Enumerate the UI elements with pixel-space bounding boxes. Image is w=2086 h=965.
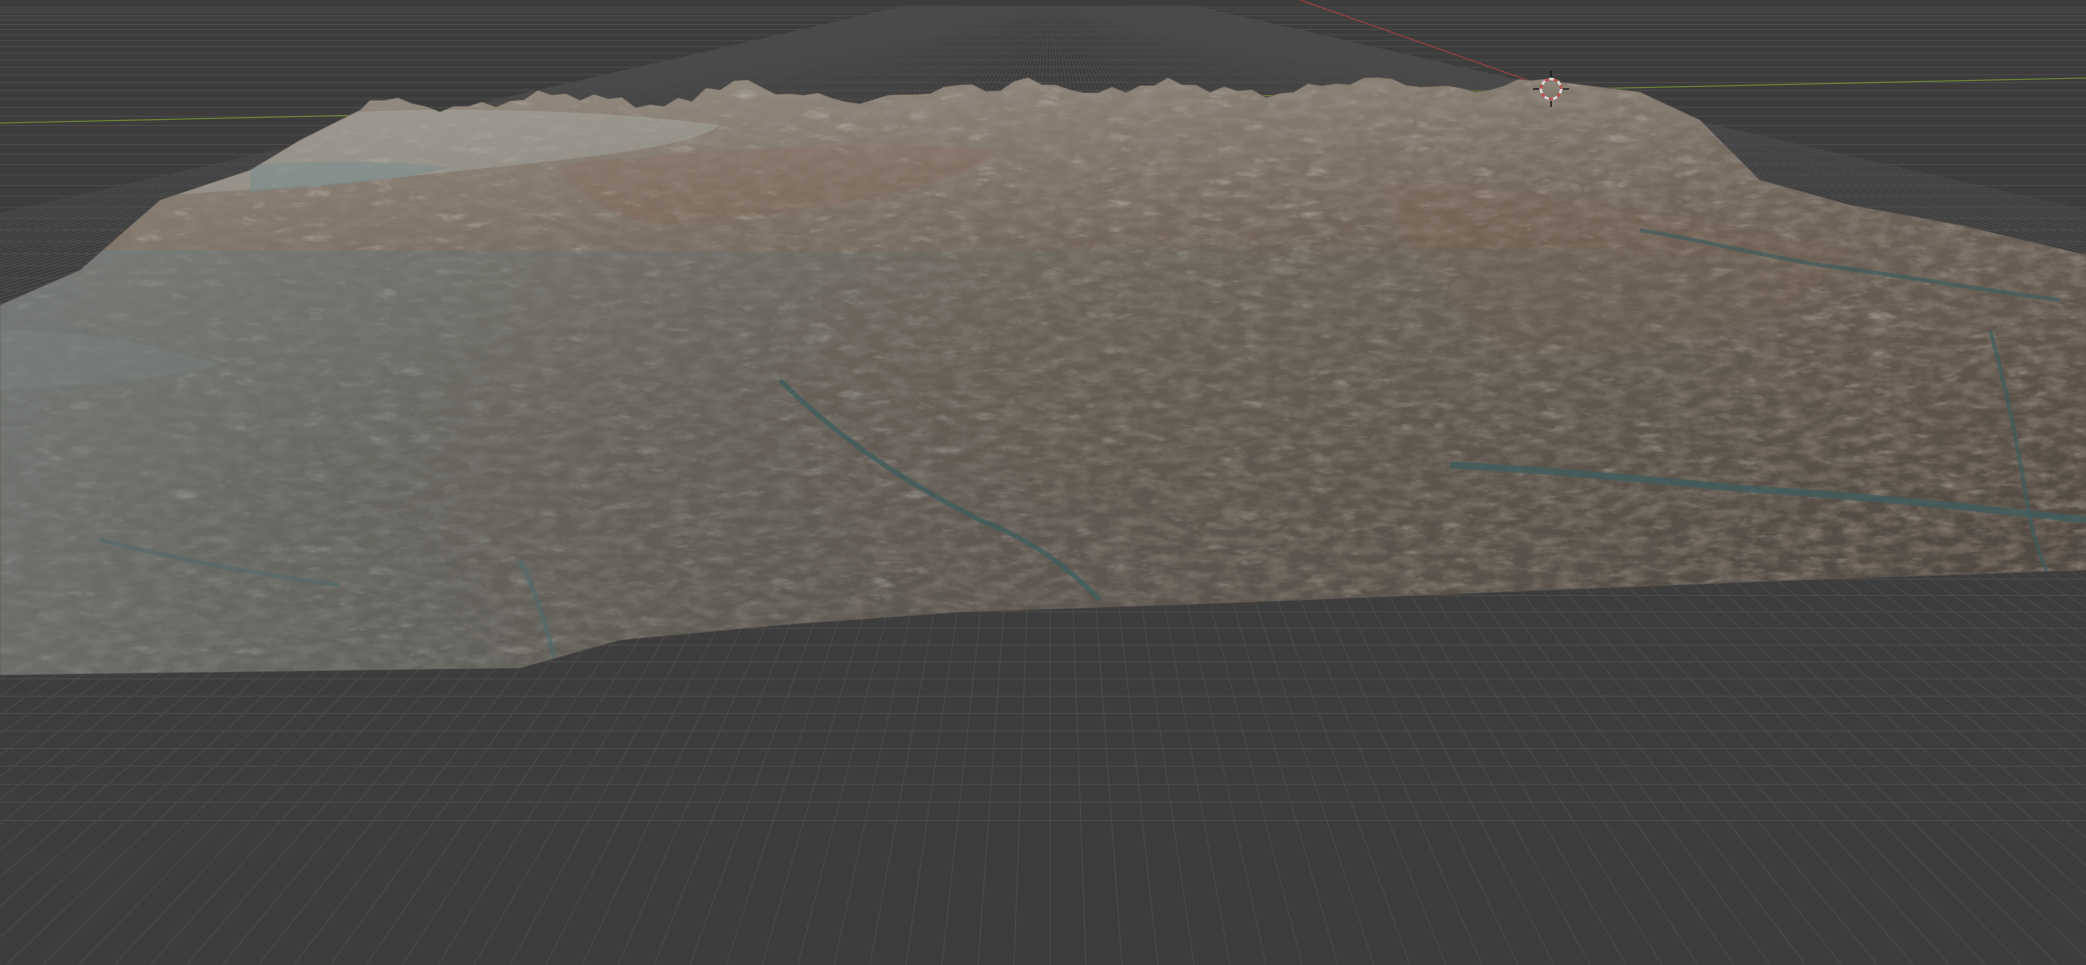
3d-viewport[interactable] bbox=[0, 0, 2086, 965]
viewport-scene[interactable] bbox=[0, 0, 2086, 965]
